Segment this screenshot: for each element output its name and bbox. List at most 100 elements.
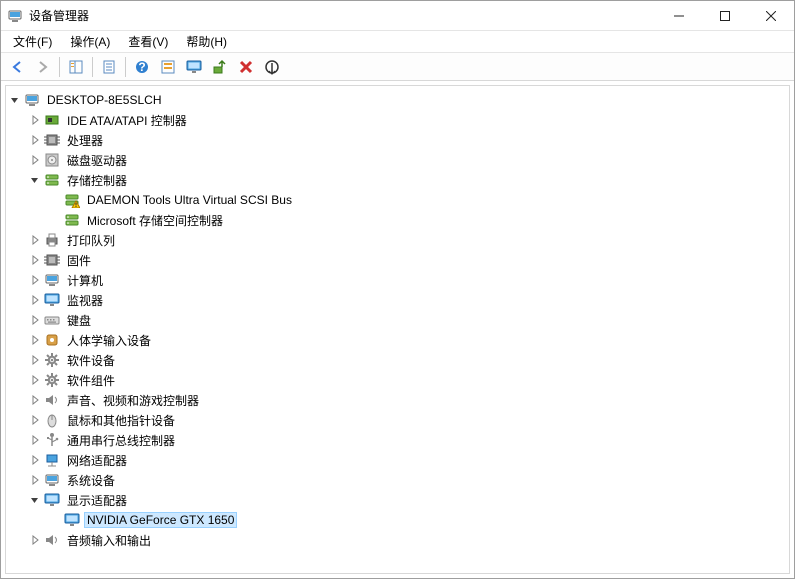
tree-category-label[interactable]: 磁盘驱动器 <box>64 151 130 170</box>
tree-category-label[interactable]: 人体学输入设备 <box>64 331 154 350</box>
tree-category-label[interactable]: 通用串行总线控制器 <box>64 431 178 450</box>
scan-hardware-button[interactable] <box>182 55 206 79</box>
tree-category[interactable]: 固件 <box>28 250 787 270</box>
window-title: 设备管理器 <box>29 7 656 24</box>
hid-icon <box>44 332 60 348</box>
tree-root-label[interactable]: DESKTOP-8E5SLCH <box>44 92 165 108</box>
tree-device-label[interactable]: NVIDIA GeForce GTX 1650 <box>84 512 237 528</box>
menu-file[interactable]: 文件(F) <box>5 31 60 52</box>
properties-button[interactable] <box>97 55 121 79</box>
expand-collapse-icon[interactable] <box>28 373 42 387</box>
tree-category-label[interactable]: 存储控制器 <box>64 171 130 190</box>
tree-device[interactable]: NVIDIA GeForce GTX 1650 <box>48 510 787 530</box>
firmware-icon <box>44 252 60 268</box>
expand-collapse-icon[interactable] <box>28 333 42 347</box>
tree-category[interactable]: 音频输入和输出 <box>28 530 787 550</box>
expand-collapse-icon[interactable] <box>28 113 42 127</box>
tree-category-label[interactable]: 监视器 <box>64 291 106 310</box>
expand-collapse-icon[interactable] <box>28 453 42 467</box>
expand-collapse-icon[interactable] <box>28 173 42 187</box>
expand-collapse-icon[interactable] <box>28 473 42 487</box>
tree-category-label[interactable]: 固件 <box>64 251 94 270</box>
app-icon <box>7 8 23 24</box>
tree-device-label[interactable]: DAEMON Tools Ultra Virtual SCSI Bus <box>84 192 295 208</box>
expand-collapse-icon[interactable] <box>28 133 42 147</box>
component-icon <box>44 372 60 388</box>
action-button[interactable] <box>156 55 180 79</box>
expand-collapse-icon[interactable] <box>28 493 42 507</box>
tree-device[interactable]: DAEMON Tools Ultra Virtual SCSI Bus <box>48 190 787 210</box>
device-tree[interactable]: DESKTOP-8E5SLCH IDE ATA/ATAPI 控制器 处理器 磁盘… <box>5 85 790 574</box>
menu-view[interactable]: 查看(V) <box>120 31 176 52</box>
forward-button[interactable] <box>31 55 55 79</box>
device-manager-window: 设备管理器 文件(F) 操作(A) 查看(V) 帮助(H) ? DESKT <box>0 0 795 579</box>
tree-category-label[interactable]: 打印队列 <box>64 231 118 250</box>
tree-category-label[interactable]: 音频输入和输出 <box>64 531 154 550</box>
maximize-button[interactable] <box>702 1 748 31</box>
tree-category[interactable]: 键盘 <box>28 310 787 330</box>
tree-category[interactable]: 处理器 <box>28 130 787 150</box>
tree-category[interactable]: 系统设备 <box>28 470 787 490</box>
expand-collapse-icon[interactable] <box>28 433 42 447</box>
disk-icon <box>44 152 60 168</box>
expand-collapse-icon[interactable] <box>28 273 42 287</box>
tree-category[interactable]: 软件设备 <box>28 350 787 370</box>
expand-collapse-icon[interactable] <box>28 313 42 327</box>
tree-category[interactable]: 计算机 <box>28 270 787 290</box>
back-button[interactable] <box>5 55 29 79</box>
expand-collapse-icon[interactable] <box>28 353 42 367</box>
tree-pane: DESKTOP-8E5SLCH IDE ATA/ATAPI 控制器 处理器 磁盘… <box>1 81 794 578</box>
uninstall-button[interactable] <box>234 55 258 79</box>
tree-category-label[interactable]: 处理器 <box>64 131 106 150</box>
update-driver-button[interactable] <box>208 55 232 79</box>
tree-category-label[interactable]: 声音、视频和游戏控制器 <box>64 391 202 410</box>
mouse-icon <box>44 412 60 428</box>
tree-category-label[interactable]: 键盘 <box>64 311 94 330</box>
expand-collapse-icon[interactable] <box>28 253 42 267</box>
toolbar: ? <box>1 53 794 81</box>
expand-collapse-icon[interactable] <box>8 93 22 107</box>
menu-help[interactable]: 帮助(H) <box>178 31 235 52</box>
menu-action[interactable]: 操作(A) <box>62 31 118 52</box>
tree-category-label[interactable]: 网络适配器 <box>64 451 130 470</box>
tree-category[interactable]: 人体学输入设备 <box>28 330 787 350</box>
titlebar: 设备管理器 <box>1 1 794 31</box>
tree-category[interactable]: 软件组件 <box>28 370 787 390</box>
expand-collapse-icon[interactable] <box>28 153 42 167</box>
help-button[interactable]: ? <box>130 55 154 79</box>
tree-category[interactable]: 监视器 <box>28 290 787 310</box>
close-button[interactable] <box>748 1 794 31</box>
expand-collapse-icon[interactable] <box>28 533 42 547</box>
tree-category-label[interactable]: 系统设备 <box>64 471 118 490</box>
computer-icon <box>24 92 40 108</box>
tree-category-label[interactable]: 鼠标和其他指针设备 <box>64 411 178 430</box>
tree-category[interactable]: 鼠标和其他指针设备 <box>28 410 787 430</box>
tree-root[interactable]: DESKTOP-8E5SLCH IDE ATA/ATAPI 控制器 处理器 磁盘… <box>8 90 787 550</box>
software-icon <box>44 352 60 368</box>
tree-category[interactable]: 声音、视频和游戏控制器 <box>28 390 787 410</box>
expand-collapse-icon[interactable] <box>28 293 42 307</box>
ide-icon <box>44 112 60 128</box>
tree-category-label[interactable]: 显示适配器 <box>64 491 130 510</box>
tree-category[interactable]: IDE ATA/ATAPI 控制器 <box>28 110 787 130</box>
tree-category[interactable]: 磁盘驱动器 <box>28 150 787 170</box>
tree-category-label[interactable]: 软件设备 <box>64 351 118 370</box>
monitor-icon <box>44 292 60 308</box>
expand-collapse-icon[interactable] <box>28 413 42 427</box>
tree-category-label[interactable]: 计算机 <box>64 271 106 290</box>
tree-category-label[interactable]: 软件组件 <box>64 371 118 390</box>
tree-category[interactable]: 通用串行总线控制器 <box>28 430 787 450</box>
tree-category[interactable]: 显示适配器 NVIDIA GeForce GTX 1650 <box>28 490 787 530</box>
tree-device-label[interactable]: Microsoft 存储空间控制器 <box>84 211 226 230</box>
minimize-button[interactable] <box>656 1 702 31</box>
expand-collapse-icon[interactable] <box>28 233 42 247</box>
disable-button[interactable] <box>260 55 284 79</box>
window-controls <box>656 1 794 31</box>
tree-device[interactable]: Microsoft 存储空间控制器 <box>48 210 787 230</box>
show-hide-console-tree-button[interactable] <box>64 55 88 79</box>
tree-category-label[interactable]: IDE ATA/ATAPI 控制器 <box>64 111 190 130</box>
tree-category[interactable]: 存储控制器 DAEMON Tools Ultra Virtual SCSI Bu… <box>28 170 787 230</box>
expand-collapse-icon[interactable] <box>28 393 42 407</box>
tree-category[interactable]: 打印队列 <box>28 230 787 250</box>
tree-category[interactable]: 网络适配器 <box>28 450 787 470</box>
